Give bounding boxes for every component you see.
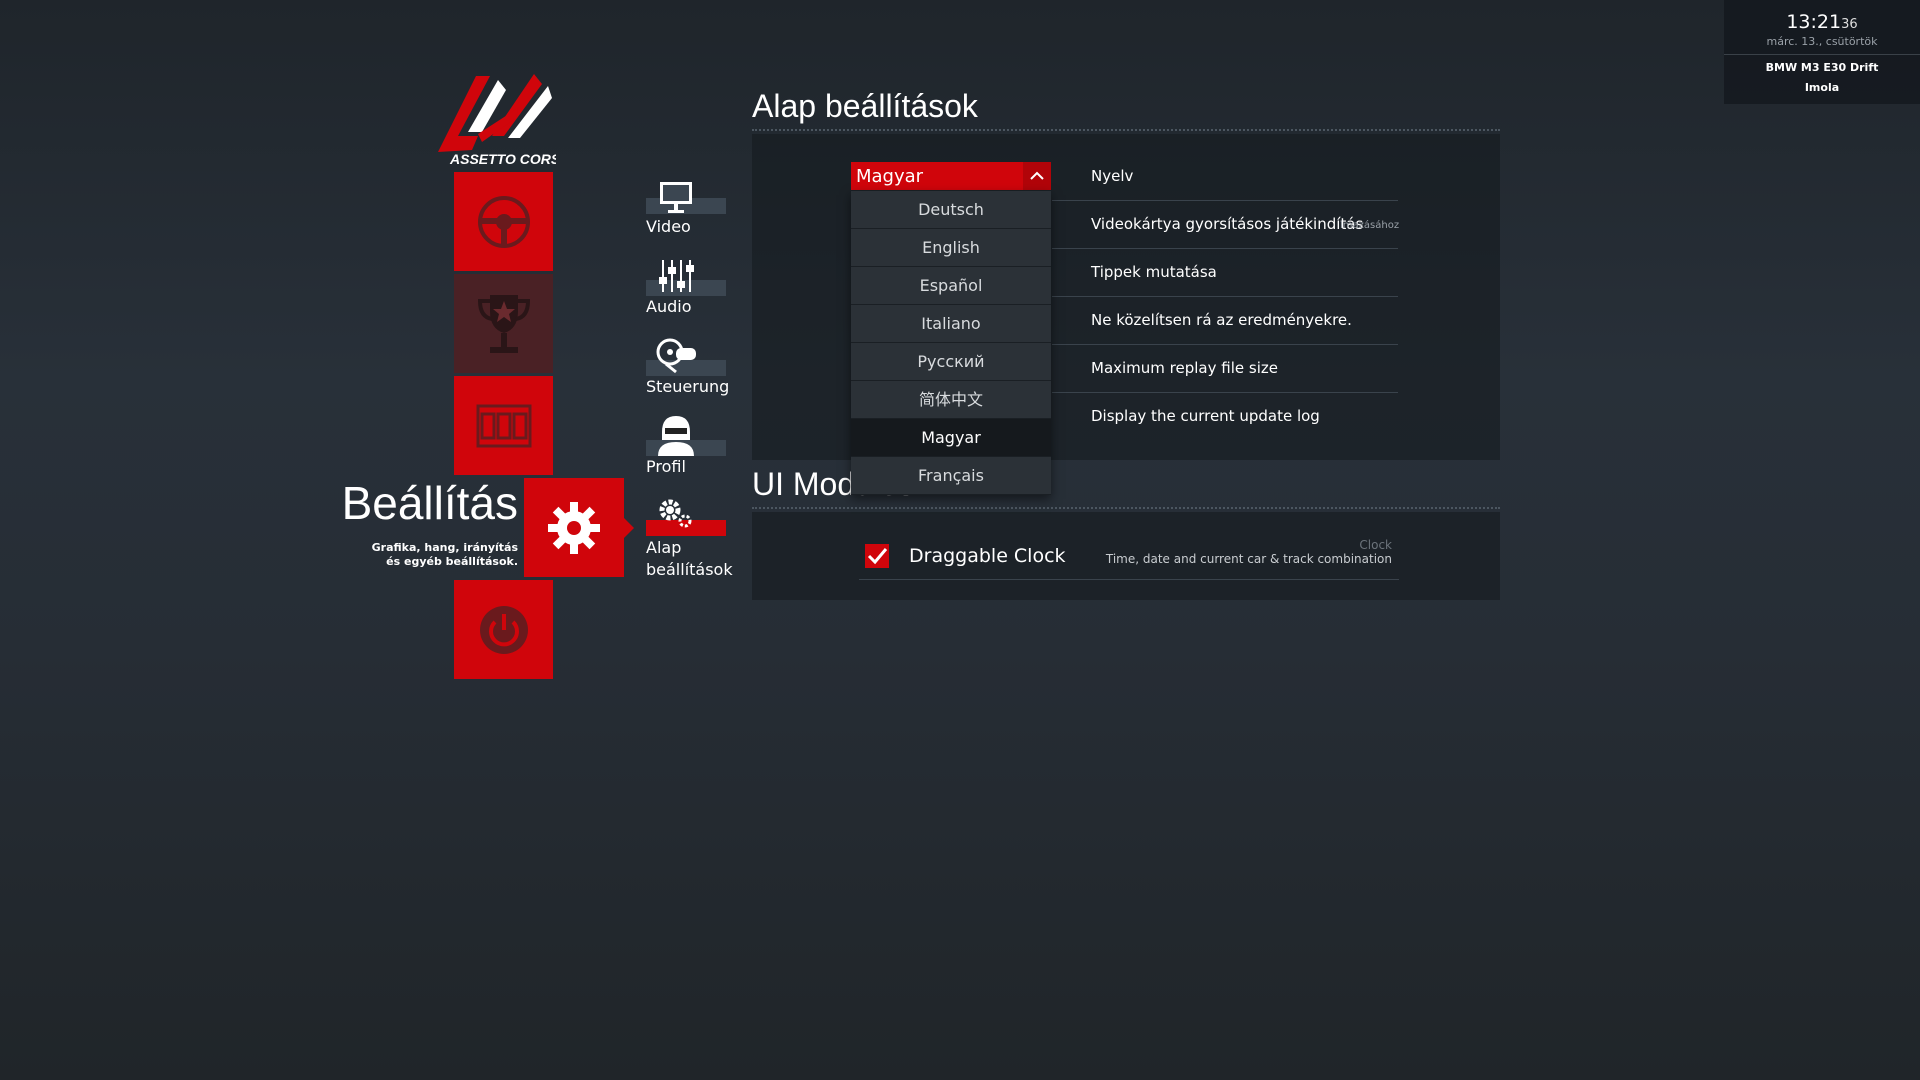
quit-tile[interactable] (454, 580, 553, 679)
language-dropdown[interactable]: Magyar (851, 162, 1051, 190)
clock-date: márc. 13., csütörtök (1766, 35, 1878, 48)
clock-time: 13:2136 (1786, 11, 1858, 33)
chevron-up-icon[interactable] (1023, 162, 1051, 190)
submenu-general-label: Alap beállítások (646, 538, 733, 579)
language-option[interactable]: Русский (851, 343, 1051, 381)
settings-title: Beállítás (341, 477, 518, 529)
gear-icon (548, 501, 600, 554)
module-row-divider (859, 579, 1399, 580)
submenu-controls-label: Steuerung (646, 377, 730, 396)
steering-wheel-icon (477, 195, 530, 248)
language-options-list: Deutsch English Español Italiano Русский… (851, 191, 1051, 495)
power-icon (479, 605, 528, 654)
monitor-icon (660, 182, 692, 213)
language-option-selected[interactable]: Magyar (851, 419, 1051, 457)
submenu-controls[interactable]: Steuerung (646, 336, 736, 402)
assetto-corsa-logo: ASSETTO CORSA (438, 72, 570, 170)
submenu-audio-label: Audio (646, 297, 692, 316)
gears-icon (659, 499, 692, 528)
drive-tile[interactable] (454, 172, 553, 271)
clock-track: Imola (1804, 81, 1840, 94)
module-title: Clock (1359, 538, 1392, 552)
submenu-audio[interactable]: Audio (646, 256, 736, 322)
setting-row-replay-size[interactable]: Maximum replay file size (1052, 344, 1398, 393)
language-option[interactable]: Deutsch (851, 191, 1051, 229)
championship-tile[interactable] (454, 274, 553, 373)
driver-helmet-icon (658, 416, 694, 456)
equalizer-icon (659, 260, 694, 292)
settings-subtitle: Grafika, hang, irányítás és egyéb beállí… (371, 541, 518, 568)
clock-car: BMW M3 E30 Drift (1765, 61, 1879, 74)
ui-modules-heading-rule (752, 507, 1500, 509)
general-heading: Alap beállítások (752, 88, 978, 124)
draggable-clock-checkbox[interactable] (865, 544, 889, 568)
replay-tile[interactable] (454, 376, 553, 475)
trophy-icon (477, 294, 530, 353)
language-selected-value: Magyar (856, 166, 924, 187)
submenu-profile[interactable]: Profil (646, 414, 736, 480)
setting-row-language[interactable]: Nyelv (1052, 152, 1398, 201)
setting-row-gpu-launch[interactable]: Videokártya gyorsításos játékindítás lma… (1052, 200, 1399, 249)
checkmark-icon (867, 548, 888, 565)
clock-divider (1724, 54, 1920, 55)
logo-text: ASSETTO CORSA (449, 151, 556, 167)
language-option[interactable]: Français (851, 457, 1051, 495)
language-option[interactable]: Español (851, 267, 1051, 305)
module-description: Time, date and current car & track combi… (1105, 552, 1392, 566)
language-option[interactable]: English (851, 229, 1051, 267)
submenu-profile-label: Profil (646, 457, 686, 476)
settings-tile[interactable] (524, 478, 634, 577)
general-heading-rule (752, 129, 1500, 131)
submenu-video[interactable]: Video (646, 176, 736, 242)
draggable-clock-label: Draggable Clock (909, 545, 1066, 567)
setting-row-tips[interactable]: Tippek mutatása (1052, 248, 1398, 297)
setting-row-no-zoom[interactable]: Ne közelítsen rá az eredményekre. (1052, 296, 1398, 345)
language-option[interactable]: 简体中文 (851, 381, 1051, 419)
draggable-clock-widget[interactable]: 13:2136 márc. 13., csütörtök BMW M3 E30 … (1724, 0, 1920, 104)
wheel-gamepad-icon (656, 338, 696, 374)
language-option[interactable]: Italiano (851, 305, 1051, 343)
submenu-general[interactable]: Alap beállítások (646, 494, 736, 584)
film-strip-icon (476, 404, 531, 447)
setting-row-update-log[interactable]: Display the current update log (1052, 392, 1398, 440)
submenu-video-label: Video (646, 217, 691, 236)
